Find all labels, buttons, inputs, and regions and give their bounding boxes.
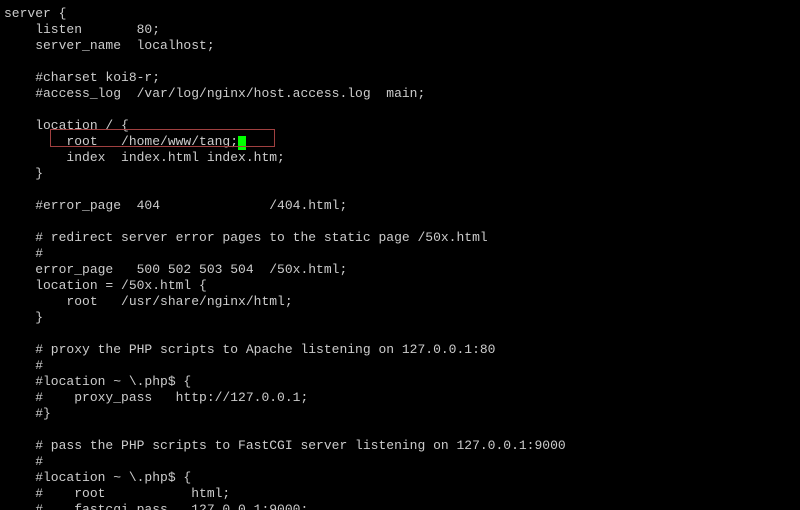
code-line (4, 326, 796, 342)
line-text: #access_log /var/log/nginx/host.access.l… (4, 86, 425, 101)
line-text: location = /50x.html { (4, 278, 207, 293)
code-line (4, 422, 796, 438)
line-text: index index.html index.htm; (4, 150, 285, 165)
line-text: # proxy the PHP scripts to Apache listen… (4, 342, 495, 357)
line-text: } (4, 310, 43, 325)
code-line: index index.html index.htm; (4, 150, 796, 166)
code-line: server { (4, 6, 796, 22)
line-text: } (4, 166, 43, 181)
line-text: # root html; (4, 486, 230, 501)
code-line: # (4, 358, 796, 374)
code-line: # pass the PHP scripts to FastCGI server… (4, 438, 796, 454)
line-text: #error_page 404 /404.html; (4, 198, 347, 213)
code-line: server_name localhost; (4, 38, 796, 54)
line-text: # (4, 246, 43, 261)
line-text: #location ~ \.php$ { (4, 374, 191, 389)
code-line: #error_page 404 /404.html; (4, 198, 796, 214)
code-line: # proxy the PHP scripts to Apache listen… (4, 342, 796, 358)
code-line: # root html; (4, 486, 796, 502)
line-text: # redirect server error pages to the sta… (4, 230, 488, 245)
code-line: } (4, 166, 796, 182)
code-line (4, 182, 796, 198)
code-line: #access_log /var/log/nginx/host.access.l… (4, 86, 796, 102)
code-line: location = /50x.html { (4, 278, 796, 294)
code-line: #location ~ \.php$ { (4, 470, 796, 486)
code-line: # (4, 246, 796, 262)
code-line: #location ~ \.php$ { (4, 374, 796, 390)
line-text: root /usr/share/nginx/html; (4, 294, 293, 309)
line-text: # pass the PHP scripts to FastCGI server… (4, 438, 566, 453)
code-line: # (4, 454, 796, 470)
code-line: root /home/www/tang; (4, 134, 796, 150)
line-text: #} (4, 406, 51, 421)
code-line: # proxy_pass http://127.0.0.1; (4, 390, 796, 406)
line-text: listen 80; (4, 22, 160, 37)
line-text: error_page 500 502 503 504 /50x.html; (4, 262, 347, 277)
cursor-block (238, 136, 246, 150)
code-line (4, 214, 796, 230)
code-line: location / { (4, 118, 796, 134)
code-line: #charset koi8-r; (4, 70, 796, 86)
line-text: # (4, 358, 43, 373)
code-line (4, 102, 796, 118)
line-text: # proxy_pass http://127.0.0.1; (4, 390, 308, 405)
terminal-editor[interactable]: server { listen 80; server_name localhos… (0, 0, 800, 510)
line-text: #charset koi8-r; (4, 70, 160, 85)
line-text: server { (4, 6, 66, 21)
code-line (4, 54, 796, 70)
line-text: location / { (4, 118, 129, 133)
code-line: #} (4, 406, 796, 422)
line-text: root /home/www/tang; (4, 134, 238, 149)
code-line: # redirect server error pages to the sta… (4, 230, 796, 246)
code-line: error_page 500 502 503 504 /50x.html; (4, 262, 796, 278)
code-line: } (4, 310, 796, 326)
line-text: # (4, 454, 43, 469)
code-line: # fastcgi_pass 127.0.0.1:9000; (4, 502, 796, 510)
code-line: listen 80; (4, 22, 796, 38)
line-text: server_name localhost; (4, 38, 215, 53)
code-line: root /usr/share/nginx/html; (4, 294, 796, 310)
line-text: # fastcgi_pass 127.0.0.1:9000; (4, 502, 308, 510)
line-text: #location ~ \.php$ { (4, 470, 191, 485)
